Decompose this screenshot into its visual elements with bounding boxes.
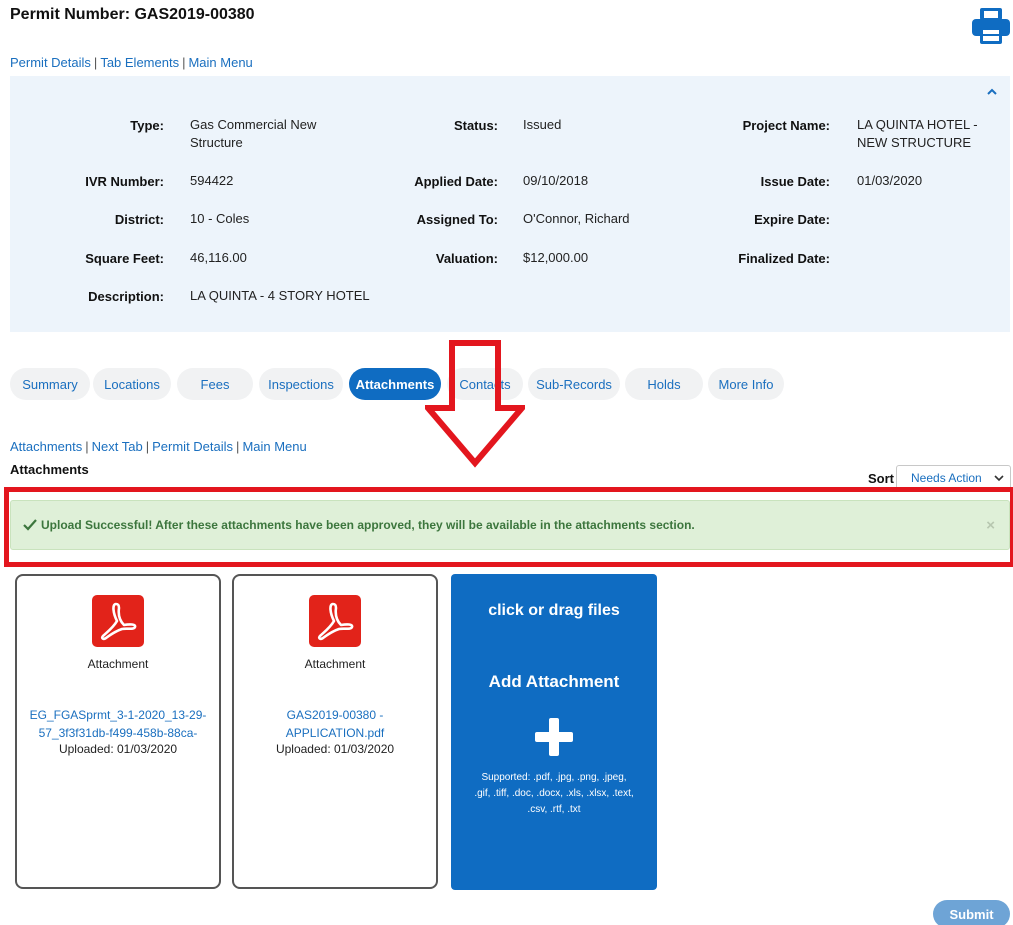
checkmark-icon bbox=[23, 519, 37, 531]
dropzone-title: click or drag files bbox=[488, 602, 620, 619]
description-label: Description: bbox=[88, 289, 164, 304]
description-value: LA QUINTA - 4 STORY HOTEL bbox=[190, 288, 370, 303]
annotation-arrow-down-icon bbox=[425, 340, 525, 468]
expire-date-label: Expire Date: bbox=[754, 212, 830, 227]
tab-summary[interactable]: Summary bbox=[10, 368, 90, 400]
type-label: Type: bbox=[130, 118, 164, 133]
alert-message: Upload Successful! After these attachmen… bbox=[41, 518, 695, 532]
tab-holds[interactable]: Holds bbox=[625, 368, 703, 400]
section-nav-attachments[interactable]: Attachments bbox=[10, 439, 82, 454]
upload-success-alert: Upload Successful! After these attachmen… bbox=[10, 500, 1010, 550]
attachment-label: Attachment bbox=[304, 657, 366, 671]
permit-details-panel: Type: Gas Commercial New Structure Statu… bbox=[10, 76, 1010, 332]
top-nav-tab-elements[interactable]: Tab Elements bbox=[100, 55, 179, 70]
assigned-to-value: O'Connor, Richard bbox=[523, 211, 630, 226]
printer-icon[interactable] bbox=[970, 6, 1012, 46]
finalized-date-label: Finalized Date: bbox=[738, 251, 830, 266]
submit-button[interactable]: Submit bbox=[933, 900, 1010, 925]
tab-more-info[interactable]: More Info bbox=[708, 368, 784, 400]
applied-date-label: Applied Date: bbox=[414, 174, 498, 189]
applied-date-value: 09/10/2018 bbox=[523, 173, 589, 188]
status-value: Issued bbox=[523, 117, 562, 132]
top-nav-permit-details[interactable]: Permit Details bbox=[10, 55, 91, 70]
square-feet-label: Square Feet: bbox=[85, 251, 164, 266]
project-name-value: LA QUINTA HOTEL - NEW STRUCTURE bbox=[857, 117, 978, 150]
pdf-file-icon bbox=[92, 595, 144, 647]
project-name-label: Project Name: bbox=[742, 118, 830, 133]
valuation-value: $12,000.00 bbox=[523, 250, 589, 265]
tab-attachments[interactable]: Attachments bbox=[349, 368, 441, 400]
section-nav-main-menu[interactable]: Main Menu bbox=[242, 439, 306, 454]
district-value: 10 - Coles bbox=[190, 211, 250, 226]
file-dropzone[interactable]: click or drag files Add Attachment Suppo… bbox=[451, 574, 657, 890]
tab-locations[interactable]: Locations bbox=[93, 368, 171, 400]
chevron-up-icon[interactable] bbox=[986, 86, 998, 98]
attachment-filename-link[interactable]: GAS2019-00380 - APPLICATION.pdf bbox=[272, 706, 398, 742]
issue-date-value: 01/03/2020 bbox=[857, 173, 923, 188]
pdf-file-icon bbox=[309, 595, 361, 647]
top-nav: Permit Details | Tab Elements | Main Menu bbox=[10, 55, 253, 70]
add-attachment-button[interactable]: Add Attachment bbox=[451, 672, 657, 692]
square-feet-value: 46,116.00 bbox=[190, 250, 247, 265]
section-nav: Attachments | Next Tab | Permit Details | Main… bbox=[10, 439, 307, 454]
close-icon[interactable]: × bbox=[986, 517, 995, 534]
top-nav-main-menu[interactable]: Main Menu bbox=[188, 55, 252, 70]
attachment-label: Attachment bbox=[87, 657, 149, 671]
ivr-number-value: 594422 bbox=[190, 173, 234, 188]
section-title: Attachments bbox=[10, 462, 89, 477]
chevron-down-icon bbox=[994, 475, 1004, 482]
sort-select-value: Needs Action bbox=[911, 471, 982, 485]
assigned-to-label: Assigned To: bbox=[416, 212, 498, 227]
attachment-uploaded-date: Uploaded: 01/03/2020 bbox=[58, 742, 178, 756]
status-label: Status: bbox=[453, 118, 498, 133]
attachment-card[interactable]: Attachment EG_FGASprmt_3-1-2020_13-29-57… bbox=[15, 574, 221, 889]
plus-icon[interactable] bbox=[533, 716, 575, 758]
tab-fees[interactable]: Fees bbox=[177, 368, 253, 400]
tab-contacts[interactable]: Contacts bbox=[447, 368, 523, 400]
attachment-filename-link[interactable]: EG_FGASprmt_3-1-2020_13-29-57_3f3f31db-f… bbox=[23, 706, 213, 742]
sort-select[interactable]: Needs Action bbox=[896, 465, 1011, 491]
section-nav-next-tab[interactable]: Next Tab bbox=[92, 439, 143, 454]
attachment-uploaded-date: Uploaded: 01/03/2020 bbox=[275, 742, 395, 756]
ivr-number-label: IVR Number: bbox=[85, 174, 164, 189]
section-nav-permit-details[interactable]: Permit Details bbox=[152, 439, 233, 454]
tab-sub-records[interactable]: Sub-Records bbox=[528, 368, 620, 400]
district-label: District: bbox=[114, 212, 164, 227]
supported-formats-text: Supported: .pdf, .jpg, .png, .jpeg, .gif… bbox=[474, 772, 634, 815]
valuation-label: Valuation: bbox=[435, 251, 498, 266]
page-title: Permit Number: GAS2019-00380 bbox=[10, 6, 255, 23]
sort-label: Sort bbox=[868, 471, 894, 486]
attachment-card[interactable]: Attachment GAS2019-00380 - APPLICATION.p… bbox=[232, 574, 438, 889]
tab-inspections[interactable]: Inspections bbox=[259, 368, 343, 400]
issue-date-label: Issue Date: bbox=[760, 174, 830, 189]
type-value: Gas Commercial New Structure bbox=[190, 117, 317, 150]
